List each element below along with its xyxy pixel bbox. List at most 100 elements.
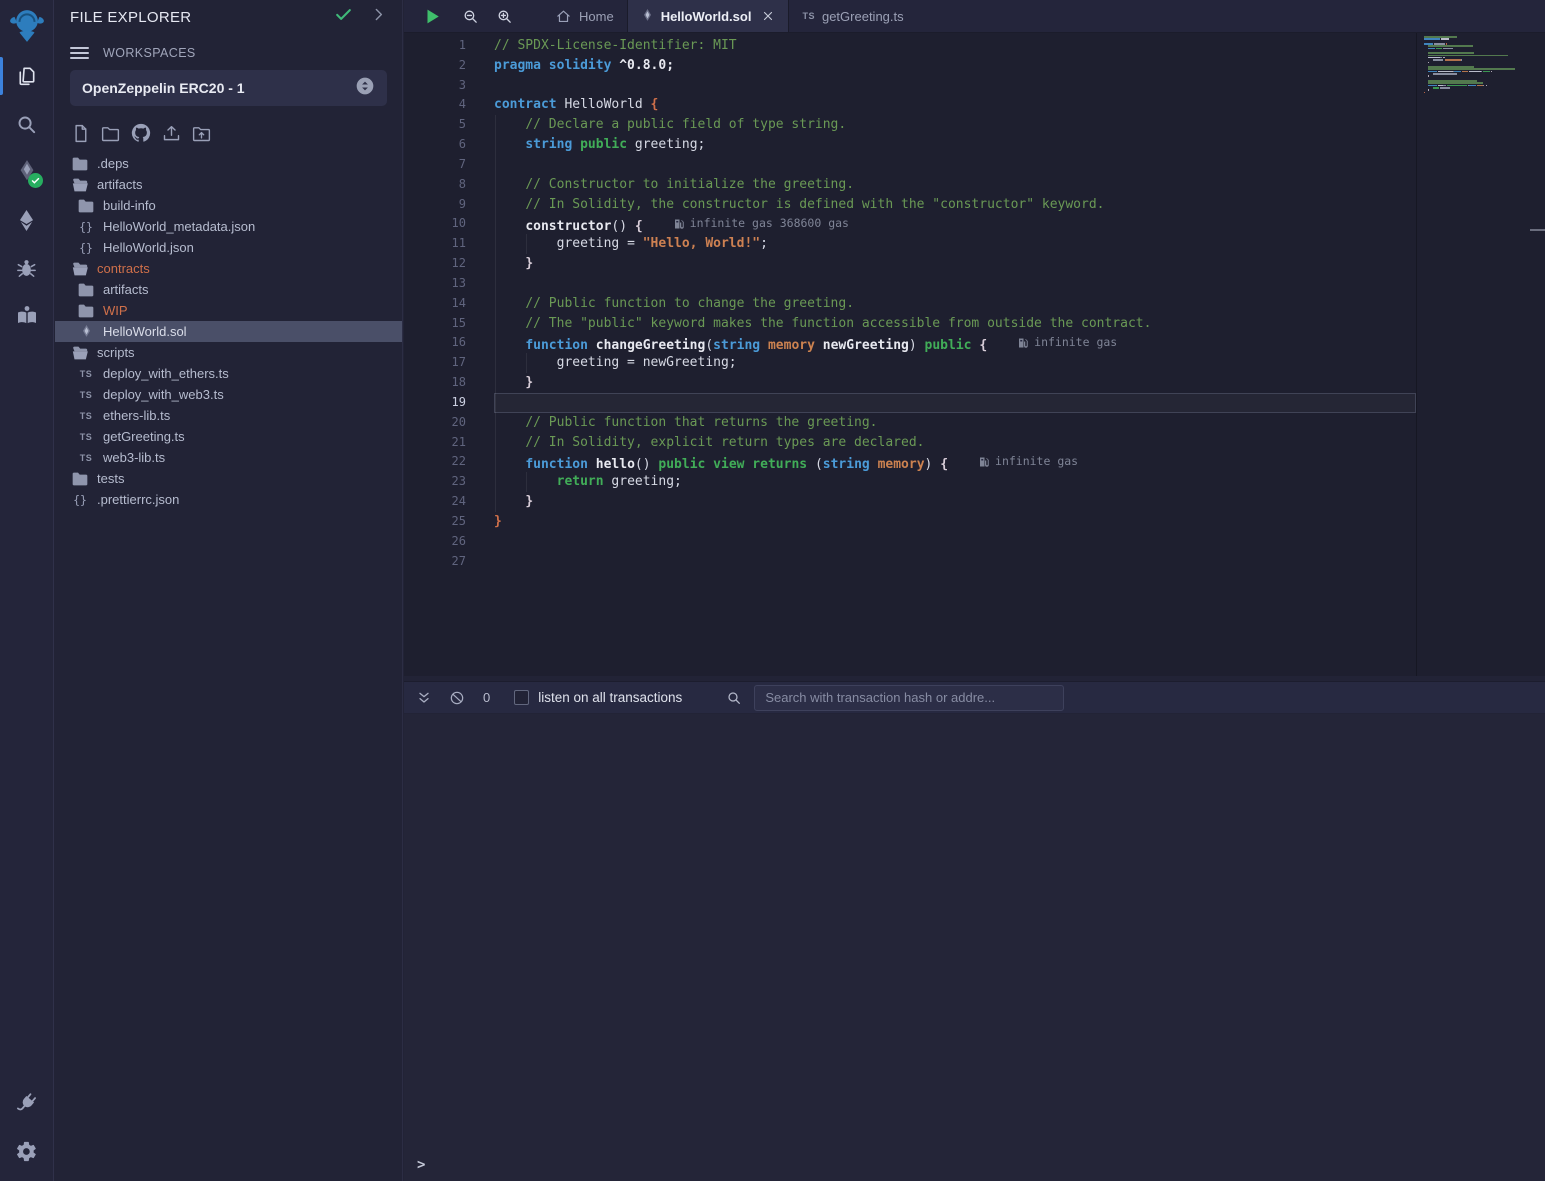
zoom-out-button[interactable]	[462, 8, 479, 25]
terminal-prompt[interactable]: >	[417, 1157, 425, 1173]
line-number[interactable]: 3	[404, 76, 494, 96]
search-icon[interactable]	[0, 100, 53, 148]
tree-item-ethers-lib-ts[interactable]: TSethers-lib.ts	[55, 405, 402, 426]
line-number[interactable]: 6	[404, 135, 494, 155]
tree-item-contracts[interactable]: contracts	[55, 258, 402, 279]
settings-icon[interactable]	[0, 1127, 53, 1175]
file-explorer-icon[interactable]	[0, 52, 53, 100]
tree-item-getgreeting-ts[interactable]: TSgetGreeting.ts	[55, 426, 402, 447]
line-number[interactable]: 21	[404, 433, 494, 453]
workspace-select[interactable]: OpenZeppelin ERC20 - 1	[70, 70, 387, 106]
code-line-9: // In Solidity, the constructor is defin…	[494, 195, 1416, 215]
tree-item-build-info[interactable]: build-info	[55, 195, 402, 216]
code-token: {	[940, 457, 948, 472]
clone-github-icon[interactable]	[130, 122, 152, 144]
line-number[interactable]: 23	[404, 472, 494, 492]
folder-open-icon	[71, 346, 89, 360]
line-number[interactable]: 10	[404, 214, 494, 234]
line-number[interactable]: 16	[404, 333, 494, 353]
line-number[interactable]: 24	[404, 492, 494, 512]
line-number[interactable]: 9	[404, 195, 494, 215]
activity-bar	[0, 0, 54, 1181]
code-line-12: }	[494, 254, 1416, 274]
new-folder-icon[interactable]	[100, 123, 121, 144]
upload-folder-icon[interactable]	[191, 123, 212, 144]
code-line-16: function changeGreeting(string memory ne…	[494, 333, 1416, 353]
line-number[interactable]: 14	[404, 294, 494, 314]
minimap-token	[1469, 85, 1475, 87]
minimap[interactable]	[1424, 36, 1534, 676]
workspaces-menu-icon[interactable]	[70, 47, 89, 59]
terminal-output[interactable]: >	[404, 714, 1545, 1181]
line-number[interactable]: 12	[404, 254, 494, 274]
line-number[interactable]: 1	[404, 36, 494, 56]
code-editor[interactable]: 1234567891011121314151617181920212223242…	[404, 33, 1545, 676]
line-number[interactable]: 7	[404, 155, 494, 175]
line-number[interactable]: 15	[404, 314, 494, 334]
debugger-icon[interactable]	[0, 244, 53, 292]
indent-guide	[495, 115, 496, 135]
line-number[interactable]: 11	[404, 234, 494, 254]
line-number[interactable]: 2	[404, 56, 494, 76]
tree-item-deploy-with-web3-ts[interactable]: TSdeploy_with_web3.ts	[55, 384, 402, 405]
tree-item-wip[interactable]: WIP	[55, 300, 402, 321]
learn-icon[interactable]	[0, 292, 53, 340]
indent-guide	[495, 413, 496, 433]
line-number[interactable]: 13	[404, 274, 494, 294]
editor-code[interactable]: // SPDX-License-Identifier: MITpragma so…	[494, 36, 1416, 571]
clear-console-icon[interactable]	[449, 690, 465, 706]
code-token: function	[525, 338, 595, 353]
line-number[interactable]: 5	[404, 115, 494, 135]
line-number[interactable]: 17	[404, 353, 494, 373]
line-number[interactable]: 22	[404, 452, 494, 472]
indent-guide	[495, 373, 496, 393]
check-icon[interactable]	[334, 5, 353, 29]
line-number[interactable]: 19	[404, 393, 494, 413]
tree-item-web3-lib-ts[interactable]: TSweb3-lib.ts	[55, 447, 402, 468]
tree-item-artifacts[interactable]: artifacts	[55, 279, 402, 300]
code-token: }	[525, 494, 533, 509]
ts-icon: TS	[77, 432, 95, 442]
terminal-search-input[interactable]	[754, 685, 1064, 711]
tree-item-deploy-with-ethers-ts[interactable]: TSdeploy_with_ethers.ts	[55, 363, 402, 384]
new-file-icon[interactable]	[70, 123, 91, 144]
code-token: greeting;	[635, 137, 705, 152]
remix-logo-icon[interactable]	[0, 0, 53, 52]
deploy-run-icon[interactable]	[0, 196, 53, 244]
tree-item-helloworld-metadata-json[interactable]: {}HelloWorld_metadata.json	[55, 216, 402, 237]
code-line-5: // Declare a public field of type string…	[494, 115, 1416, 135]
run-script-button[interactable]	[425, 8, 440, 25]
tab-getgreeting-ts[interactable]: TSgetGreeting.ts	[789, 0, 916, 32]
tab-home[interactable]: Home	[542, 0, 627, 32]
tree-item--prettierrc-json[interactable]: {}.prettierrc.json	[55, 489, 402, 510]
line-number[interactable]: 4	[404, 95, 494, 115]
close-tab-icon[interactable]	[761, 9, 775, 23]
line-number[interactable]: 8	[404, 175, 494, 195]
code-token: (	[815, 457, 823, 472]
code-token: memory	[878, 457, 925, 472]
line-number[interactable]: 26	[404, 532, 494, 552]
tree-item-scripts[interactable]: scripts	[55, 342, 402, 363]
tree-item-helloworld-json[interactable]: {}HelloWorld.json	[55, 237, 402, 258]
code-token: (	[705, 338, 713, 353]
line-number[interactable]: 18	[404, 373, 494, 393]
plugin-manager-icon[interactable]	[0, 1079, 53, 1127]
upload-file-icon[interactable]	[161, 123, 182, 144]
line-number[interactable]: 20	[404, 413, 494, 433]
code-token: ^0.8.0;	[619, 58, 674, 73]
solidity-compiler-icon[interactable]	[0, 148, 53, 196]
tree-item-tests[interactable]: tests	[55, 468, 402, 489]
chevron-right-icon[interactable]	[370, 6, 387, 28]
tree-item-helloworld-sol[interactable]: HelloWorld.sol	[55, 321, 402, 342]
zoom-in-button[interactable]	[496, 8, 513, 25]
listen-transactions-checkbox[interactable]	[514, 690, 529, 705]
tab-helloworld-sol[interactable]: HelloWorld.sol	[627, 0, 790, 32]
code-line-15: // The "public" keyword makes the functi…	[494, 314, 1416, 334]
tree-item-artifacts[interactable]: artifacts	[55, 174, 402, 195]
collapse-terminal-icon[interactable]	[416, 690, 432, 706]
tree-item--deps[interactable]: .deps	[55, 153, 402, 174]
line-number[interactable]: 27	[404, 552, 494, 572]
line-number[interactable]: 25	[404, 512, 494, 532]
indent-guide	[526, 472, 527, 492]
code-token: public	[925, 338, 980, 353]
